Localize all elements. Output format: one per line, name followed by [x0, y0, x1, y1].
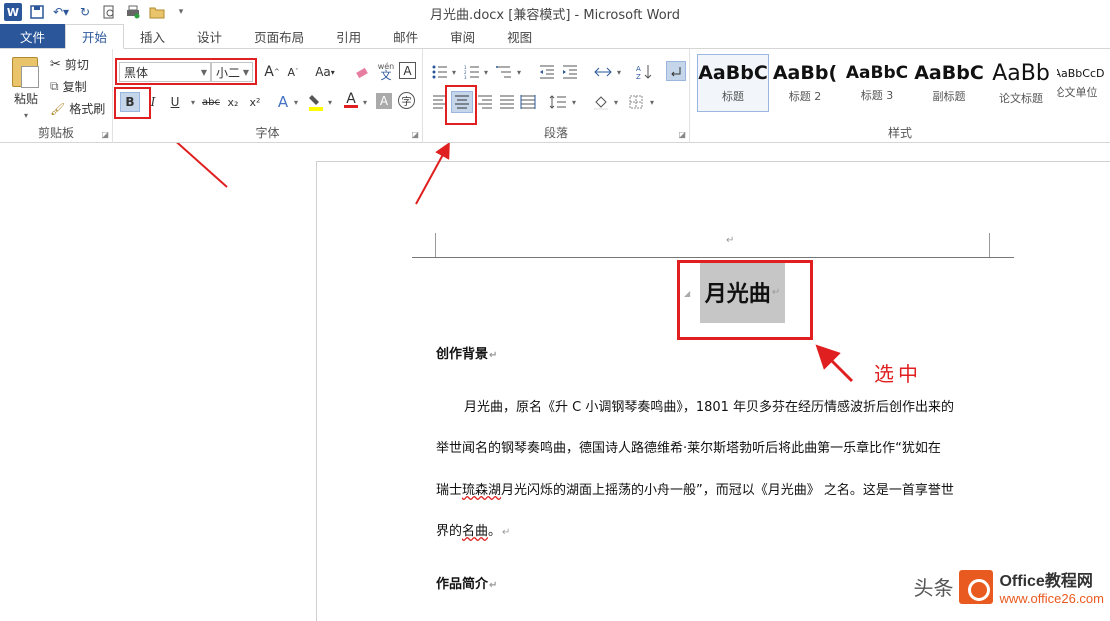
tab-file[interactable]: 文件: [0, 24, 66, 48]
redo-icon[interactable]: ↻: [76, 3, 94, 21]
style-subtitle[interactable]: AaBbC 副标题: [913, 54, 985, 112]
word-icon[interactable]: W: [4, 3, 22, 21]
paste-icon[interactable]: [12, 57, 39, 88]
copy-label: 复制: [62, 80, 87, 94]
watermark: 头条 Office教程网 www.office26.com: [913, 567, 1104, 606]
shading-dropdown[interactable]: ▾: [606, 92, 626, 112]
align-right-icon[interactable]: [475, 92, 495, 112]
show-hide-marks-icon[interactable]: [666, 61, 686, 81]
tab-insert[interactable]: 插入: [124, 24, 181, 48]
quick-access-toolbar: W ↶▾ ↻ ▾: [0, 3, 190, 21]
change-case-button[interactable]: Aa ▾: [310, 62, 340, 82]
print-preview-icon[interactable]: [100, 3, 118, 21]
ribbon: 粘贴 ▾ ✂ 剪切 ⧉ 复制 🖌 格式刷 剪贴板 ◪ 黑体 ▼ 小二 ▼ A ^ …: [0, 49, 1110, 143]
document-area: ↵ ◢ 月光曲 ↵ 创作背景↵ 月光曲，原名《升 C 小调钢琴奏鸣曲》，1801…: [0, 143, 1110, 621]
clipboard-group: 粘贴 ▾ ✂ 剪切 ⧉ 复制 🖌 格式刷 剪贴板 ◪: [0, 49, 113, 143]
quick-print-icon[interactable]: [124, 3, 142, 21]
ribbon-tabs: 文件 开始 插入 设计 页面布局 引用 邮件 审阅 视图: [0, 24, 1110, 49]
style-paper-unit[interactable]: AaBbCcD 论文单位: [1057, 54, 1110, 112]
cut-button[interactable]: ✂ 剪切: [50, 56, 89, 73]
tab-view[interactable]: 视图: [491, 24, 548, 48]
font-launcher-icon[interactable]: ◪: [411, 130, 419, 139]
svg-text:A: A: [636, 65, 641, 73]
tab-page-layout[interactable]: 页面布局: [238, 24, 320, 48]
style-paper-title[interactable]: AaBb 论文标题: [985, 54, 1057, 112]
underline-button[interactable]: U: [165, 92, 185, 112]
paragraph-launcher-icon[interactable]: ◪: [678, 130, 686, 139]
subscript-button[interactable]: x₂: [223, 92, 243, 112]
tab-review[interactable]: 审阅: [434, 24, 491, 48]
clear-formatting-icon[interactable]: [353, 62, 373, 82]
arrow-to-align: [415, 143, 450, 205]
style-heading-3[interactable]: AaBbC 标题 3: [841, 54, 913, 112]
enclose-characters-button[interactable]: 字: [398, 92, 415, 109]
font-color-dropdown[interactable]: ▾: [355, 92, 375, 112]
scissors-icon: ✂: [50, 57, 61, 72]
superscript-button[interactable]: x²: [245, 92, 265, 112]
clipboard-launcher-icon[interactable]: ◪: [101, 130, 109, 139]
paste-button[interactable]: 粘贴: [6, 89, 46, 107]
justify-icon[interactable]: [497, 92, 517, 112]
svg-text:3: 3: [464, 75, 467, 79]
save-icon[interactable]: [28, 3, 46, 21]
chinese-layout-dropdown[interactable]: ▾: [609, 62, 629, 82]
tab-home[interactable]: 开始: [65, 24, 125, 49]
office-logo-icon: [959, 569, 994, 604]
copy-button[interactable]: ⧉ 复制: [50, 78, 87, 95]
tab-mailings[interactable]: 邮件: [377, 24, 434, 48]
styles-group: AaBbC 标题 AaBb( 标题 2 AaBbC 标题 3 AaBbC 副标题…: [690, 49, 1110, 143]
distributed-icon[interactable]: [518, 92, 538, 112]
watermark-toutiao: 头条: [913, 578, 954, 600]
strikethrough-button[interactable]: abc: [199, 92, 223, 112]
watermark-url: www.office26.com: [999, 591, 1104, 606]
paragraph-label: 段落: [543, 126, 568, 140]
font-highlight-box: [115, 58, 257, 85]
customize-icon[interactable]: ▾: [172, 3, 190, 21]
styles-label: 样式: [887, 126, 912, 140]
grow-font-button[interactable]: A ^: [262, 62, 282, 82]
title-bar: W ↶▾ ↻ ▾ 月光曲.docx [兼容模式] - Microsoft Wor…: [0, 0, 1110, 24]
annotation-label: 选中: [874, 362, 922, 386]
clipboard-label: 剪贴板: [37, 126, 74, 140]
character-shading-button[interactable]: A: [376, 93, 392, 109]
character-border-button[interactable]: A: [399, 62, 416, 79]
bullets-dropdown[interactable]: ▾: [444, 62, 464, 82]
font-label: 字体: [255, 126, 280, 140]
tab-design[interactable]: 设计: [181, 24, 238, 48]
cut-label: 剪切: [64, 58, 89, 72]
increase-indent-icon[interactable]: [560, 62, 580, 82]
format-painter-label: 格式刷: [69, 102, 106, 116]
line-spacing-dropdown[interactable]: ▾: [564, 92, 584, 112]
format-painter-button[interactable]: 🖌 格式刷: [50, 100, 105, 117]
annotation-arrows: [176, 143, 854, 383]
arrow-to-font: [176, 143, 228, 188]
shrink-font-button[interactable]: Aˇ: [283, 62, 303, 82]
italic-button[interactable]: I: [143, 92, 163, 112]
svg-text:Z: Z: [636, 73, 641, 80]
text-effects-dropdown[interactable]: ▾: [286, 92, 306, 112]
tab-references[interactable]: 引用: [320, 24, 377, 48]
paintbrush-icon: 🖌: [50, 101, 66, 116]
arrow-to-title: [815, 344, 854, 383]
style-title[interactable]: AaBbC 标题: [697, 54, 769, 112]
multilevel-dropdown[interactable]: ▾: [509, 62, 529, 82]
watermark-brand: Office教程网: [999, 573, 1093, 590]
font-group: 黑体 ▼ 小二 ▼ A ^ Aˇ Aa ▾ wén 文 A B I U ▾ abc …: [113, 49, 423, 143]
undo-icon[interactable]: ↶▾: [52, 3, 70, 21]
center-align-highlight-box: [445, 85, 477, 125]
numbering-dropdown[interactable]: ▾: [476, 62, 496, 82]
paragraph-group: ▾ 123 ▾ ▾ ▾ AZ ▾ ▾ ▾ 段落 ◪: [423, 49, 690, 143]
copy-icon: ⧉: [50, 79, 59, 93]
paste-dropdown[interactable]: ▾: [18, 109, 34, 121]
style-heading-2[interactable]: AaBb( 标题 2: [769, 54, 841, 112]
sort-icon[interactable]: AZ: [634, 62, 654, 82]
decrease-indent-icon[interactable]: [537, 62, 557, 82]
highlight-dropdown[interactable]: ▾: [320, 92, 340, 112]
borders-dropdown[interactable]: ▾: [642, 92, 662, 112]
phonetic-guide-button[interactable]: wén 文: [376, 61, 396, 81]
open-folder-icon[interactable]: [148, 3, 166, 21]
